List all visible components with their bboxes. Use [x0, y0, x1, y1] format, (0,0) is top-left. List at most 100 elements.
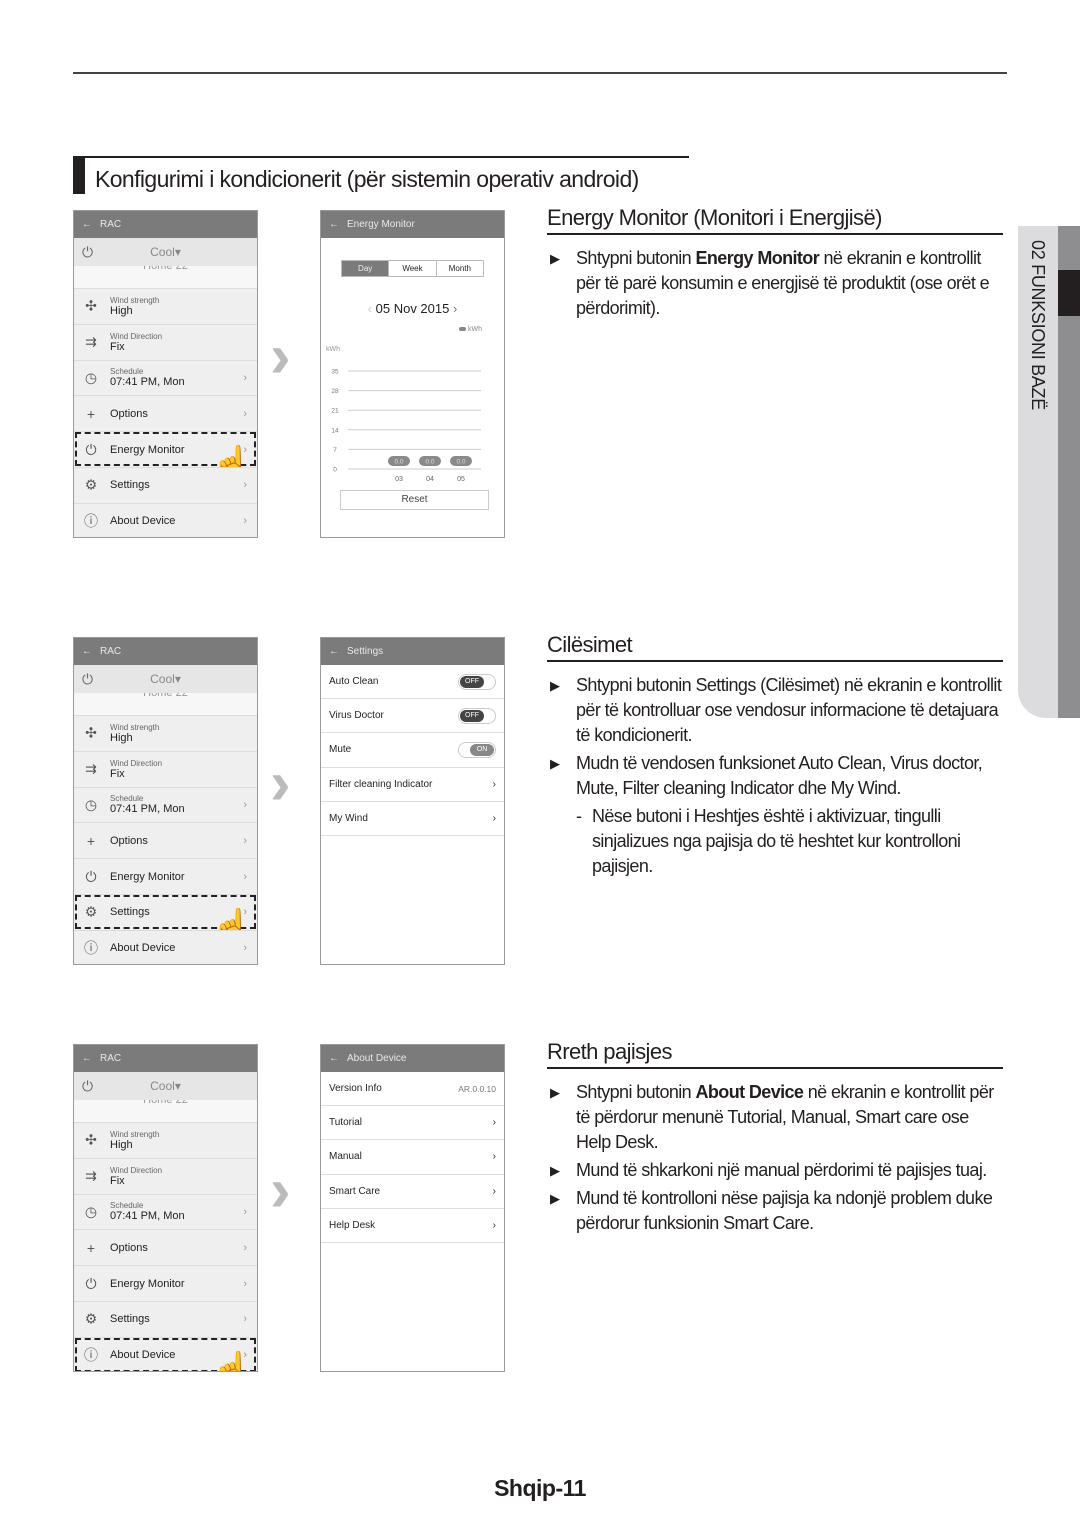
menu-row-high[interactable]: ✣ Wind strength High: [74, 1122, 257, 1158]
reset-button[interactable]: Reset: [340, 490, 489, 510]
toggle-state: OFF: [460, 675, 484, 688]
toggle-switch[interactable]: OFF: [458, 707, 496, 724]
section-body: Shtypni butonin Energy Monitor në ekrani…: [550, 246, 1005, 324]
tab-week[interactable]: Week: [388, 261, 435, 276]
back-arrow-icon[interactable]: ←: [329, 646, 339, 657]
menu-row-fix[interactable]: ⇉ Wind Direction Fix: [74, 1157, 257, 1194]
menu-row-07-41-pm-mon[interactable]: ◷ Schedule 07:41 PM, Mon ›: [74, 786, 257, 823]
legend-label: kWh: [468, 326, 482, 333]
back-arrow-icon[interactable]: ←: [329, 219, 339, 230]
settings-item[interactable]: Auto Clean OFF: [321, 665, 504, 700]
chevron-right-icon: ›: [243, 1313, 247, 1326]
row-text: Wind Direction Fix: [110, 1166, 162, 1187]
toggle-switch[interactable]: ON: [458, 741, 496, 758]
back-arrow-icon[interactable]: ←: [329, 1053, 339, 1064]
data-label: 0.0: [456, 459, 465, 466]
settings-screen: ← Settings Auto Clean OFF Virus Doctor OFF Mu…: [320, 637, 505, 965]
mode-selector[interactable]: ⏻ Cool ▾: [74, 238, 257, 266]
back-arrow-icon[interactable]: ←: [82, 646, 92, 657]
clock-icon: ◷: [84, 369, 98, 386]
chevron-right-icon: ›: [492, 778, 496, 790]
bullet-item: Shtypni butonin About Device në ekranin …: [550, 1080, 1005, 1155]
rac-screen-energy: ← RAC ⏻ Cool ▾ Home 22 ✣ Wind strength High ⇉ Win…: [73, 210, 258, 538]
menu-row-energy-monitor[interactable]: ⏻ Energy Monitor › ☝: [74, 431, 257, 483]
tab-month[interactable]: Month: [435, 261, 483, 276]
plus-icon: +: [86, 1239, 96, 1256]
power-icon[interactable]: ⏻: [82, 1078, 93, 1095]
power-icon[interactable]: ⏻: [82, 244, 93, 261]
mode-selector[interactable]: ⏻ Cool ▾: [74, 1072, 257, 1100]
menu-row-settings[interactable]: ⚙ Settings › ☝: [74, 893, 257, 946]
tab-day[interactable]: Day: [342, 261, 389, 276]
menu-row-about-device[interactable]: ⓘ About Device › ☝: [74, 1336, 257, 1371]
row-value: Fix: [110, 1174, 125, 1187]
settings-item[interactable]: My Wind ›: [321, 802, 504, 836]
page-title: Konfigurimi i kondicionerit (për sistemi…: [95, 166, 639, 192]
row-text: Settings: [110, 479, 150, 491]
bullet-item: Mund të kontrolloni nëse pajisja ka ndon…: [550, 1186, 1005, 1236]
settings-item[interactable]: Filter cleaning Indicator ›: [321, 768, 504, 802]
screen-header: ← Energy Monitor: [321, 211, 504, 238]
about-item[interactable]: Help Desk ›: [321, 1209, 504, 1243]
x-tick-label: 04: [426, 476, 434, 483]
about-item[interactable]: Smart Care ›: [321, 1175, 504, 1209]
wind-direction-icon: ⇉: [85, 333, 97, 350]
menu-row-options[interactable]: + Options ›: [74, 822, 257, 859]
menu-row-about-device[interactable]: ⓘ About Device ›: [74, 929, 257, 964]
y-tick-label: 7: [333, 447, 337, 454]
row-text: Wind Direction Fix: [110, 759, 162, 780]
item-label: Filter cleaning Indicator: [329, 778, 433, 790]
about-item[interactable]: Tutorial ›: [321, 1106, 504, 1141]
date-label: 05 Nov 2015: [375, 301, 450, 316]
menu-row-high[interactable]: ✣ Wind strength High: [74, 288, 257, 324]
y-axis-label: kWh: [326, 346, 340, 353]
item-label: Help Desk: [329, 1219, 376, 1231]
prev-date-icon[interactable]: ‹: [368, 301, 376, 316]
back-arrow-icon[interactable]: ←: [82, 1053, 92, 1064]
chevron-right-icon: ›: [243, 407, 247, 420]
power-icon[interactable]: ⏻: [82, 671, 93, 688]
menu-row-energy-monitor[interactable]: ⏻ Energy Monitor ›: [74, 1265, 257, 1301]
menu-row-fix[interactable]: ⇉ Wind Direction Fix: [74, 323, 257, 360]
row-text: Options: [110, 408, 148, 420]
menu-row-fix[interactable]: ⇉ Wind Direction Fix: [74, 750, 257, 787]
location-label: Home 22: [74, 688, 257, 715]
next-date-icon[interactable]: ›: [453, 301, 457, 316]
rac-screen-about: ← RAC ⏻ Cool ▾ Home 22 ✣ Wind strength High ⇉ Win…: [73, 1044, 258, 1372]
bullet-item: Shtypni butonin Energy Monitor në ekrani…: [550, 246, 1005, 321]
menu-row-options[interactable]: + Options ›: [74, 395, 257, 432]
energy-chart: kWh 35 28 21 14 7 0 0.0 03 0.0 04 0.0 05: [326, 346, 481, 483]
menu-row-about-device[interactable]: ⓘ About Device ›: [74, 502, 257, 537]
settings-item[interactable]: Mute ON: [321, 733, 504, 768]
menu-row-07-41-pm-mon[interactable]: ◷ Schedule 07:41 PM, Mon ›: [74, 359, 257, 396]
menu-row-high[interactable]: ✣ Wind strength High: [74, 715, 257, 751]
chevron-right-icon: ›: [243, 834, 247, 847]
item-label: Version Info: [329, 1083, 382, 1095]
row-value: 07:41 PM, Mon: [110, 803, 185, 816]
settings-item[interactable]: Virus Doctor OFF: [321, 699, 504, 734]
menu-row-settings[interactable]: ⚙ Settings ›: [74, 466, 257, 503]
gear-icon: ⚙: [84, 903, 98, 920]
row-value: Settings: [110, 906, 150, 919]
row-value: Settings: [110, 1313, 150, 1326]
menu-row-options[interactable]: + Options ›: [74, 1229, 257, 1266]
about-item[interactable]: Version Info AR.0.0.10: [321, 1072, 504, 1107]
title-marker: [73, 156, 85, 194]
screen-header: ← RAC: [74, 1045, 257, 1072]
toggle-switch[interactable]: OFF: [458, 673, 496, 690]
chevron-right-icon: ›: [492, 1219, 496, 1231]
mode-label: Cool: [150, 1079, 175, 1093]
row-text: Schedule 07:41 PM, Mon: [110, 794, 185, 815]
menu-row-07-41-pm-mon[interactable]: ◷ Schedule 07:41 PM, Mon ›: [74, 1193, 257, 1230]
mode-selector[interactable]: ⏻ Cool ▾: [74, 665, 257, 693]
legend-swatch: [459, 327, 467, 331]
menu-row-settings[interactable]: ⚙ Settings ›: [74, 1300, 257, 1337]
about-item[interactable]: Manual ›: [321, 1140, 504, 1175]
row-text: Wind strength High: [110, 296, 159, 317]
back-arrow-icon[interactable]: ←: [82, 219, 92, 230]
y-tick-label: 14: [331, 427, 339, 434]
screen-title: Settings: [347, 646, 384, 657]
row-value: Energy Monitor: [110, 443, 185, 456]
plus-icon: +: [86, 832, 96, 849]
menu-row-energy-monitor[interactable]: ⏻ Energy Monitor ›: [74, 858, 257, 894]
